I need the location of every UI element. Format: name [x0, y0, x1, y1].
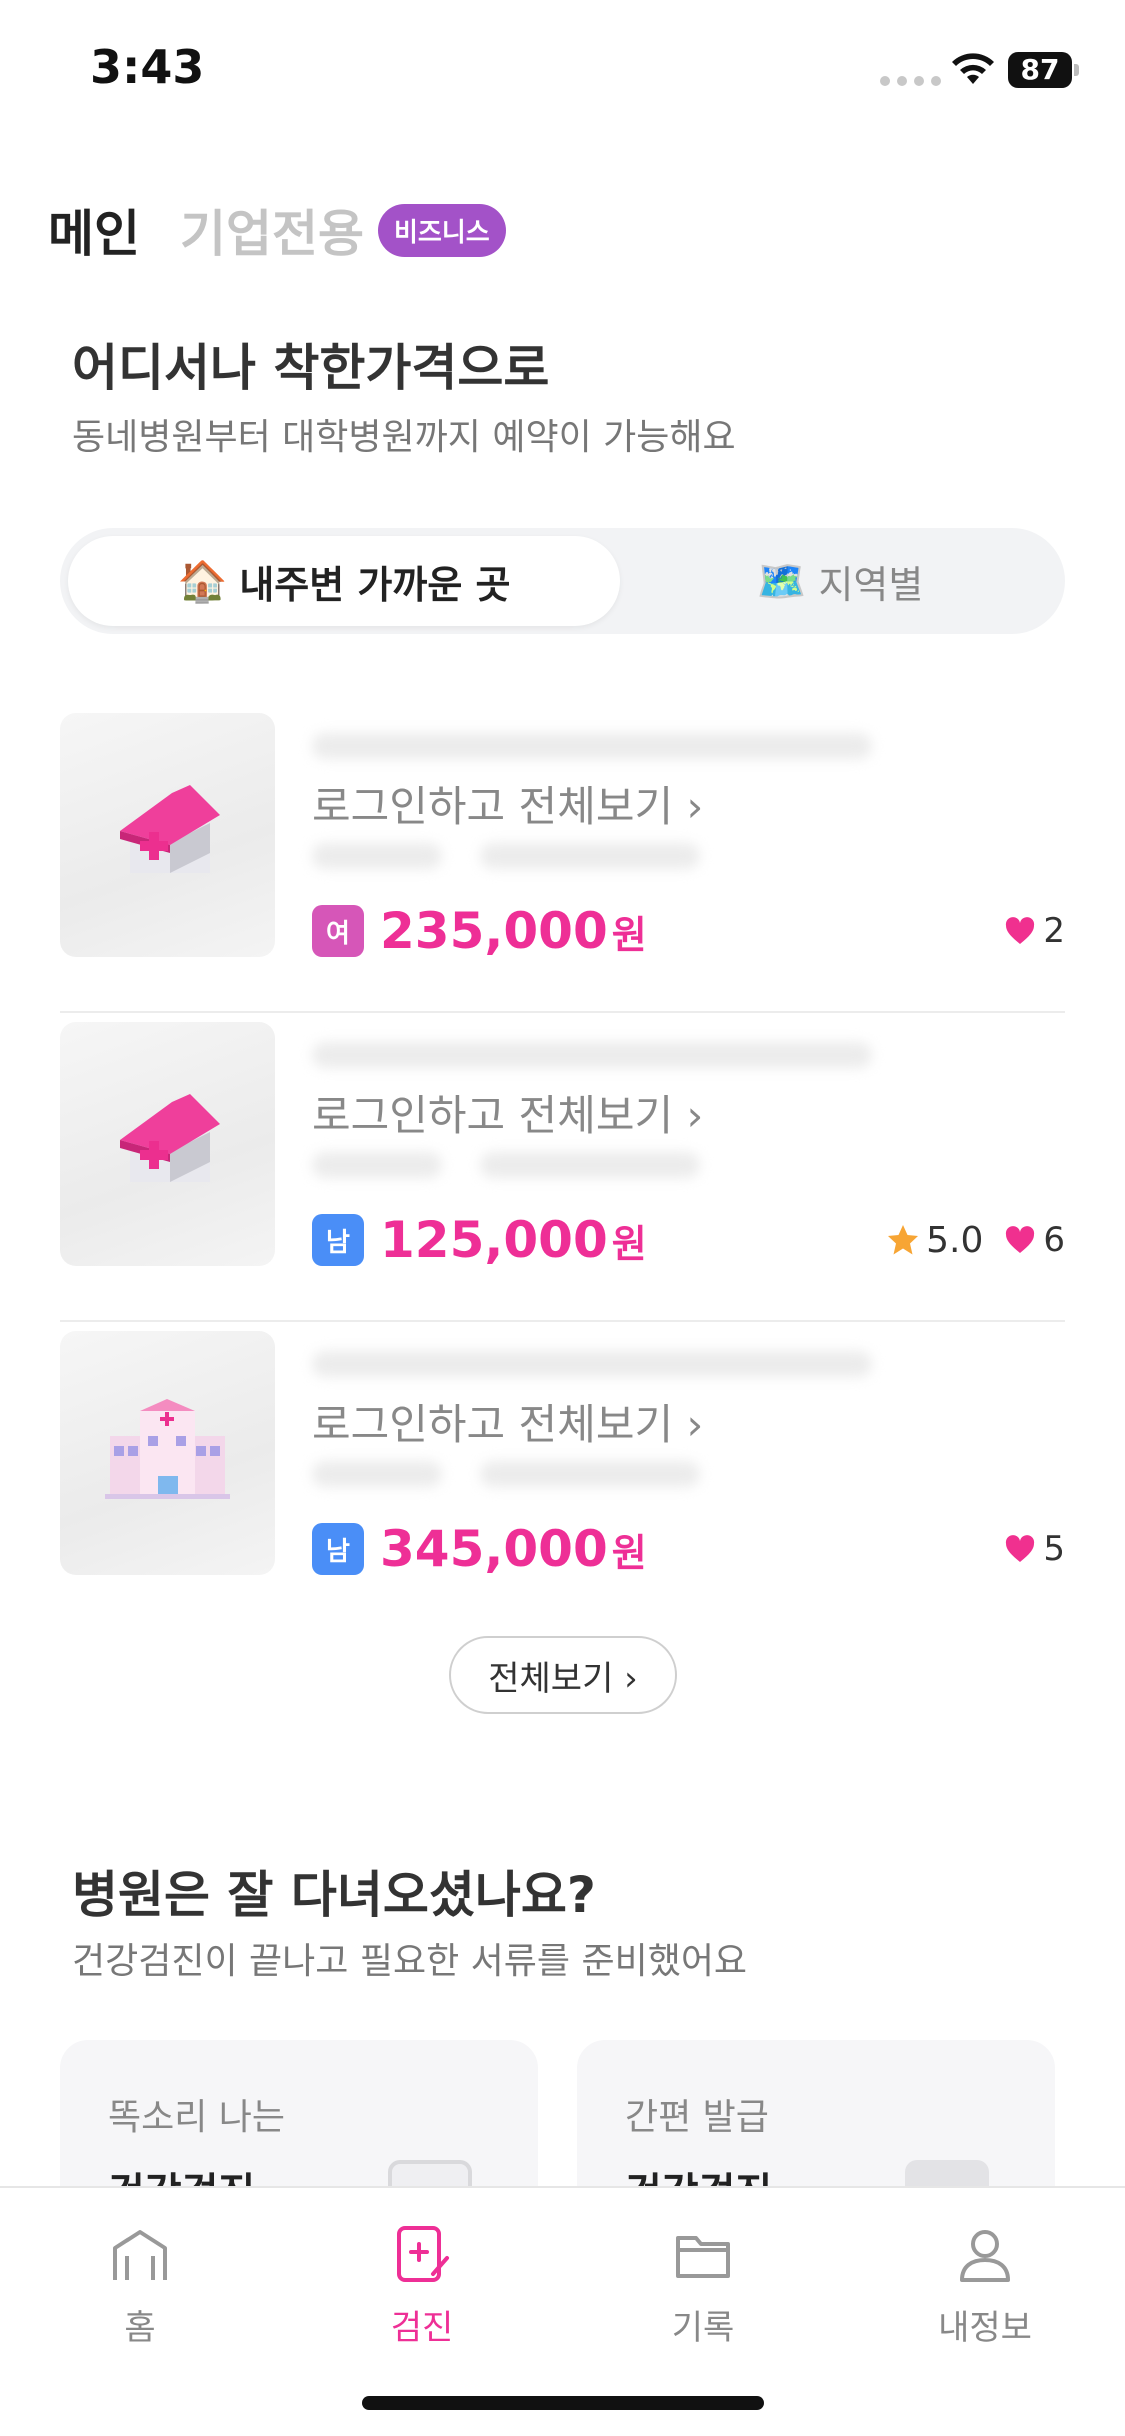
- login-to-view-link[interactable]: 로그인하고 전체보기 ›: [312, 1082, 703, 1143]
- hospital-thumbnail: [60, 1331, 275, 1575]
- like-count: 5: [1043, 1529, 1065, 1569]
- house-icon: 🏠: [177, 558, 228, 605]
- section-title: 병원은 잘 다녀오셨나요?: [72, 1866, 596, 1924]
- map-icon: 🗺️: [756, 558, 807, 605]
- price: 235,000: [380, 902, 608, 960]
- currency-unit: 원: [611, 912, 647, 957]
- nav-label: 기록: [671, 2308, 735, 2348]
- currency-unit: 원: [611, 1530, 647, 1575]
- price: 345,000: [380, 1520, 608, 1578]
- nav-profile[interactable]: 내정보: [885, 2222, 1085, 2362]
- nav-label: 검진: [390, 2308, 454, 2348]
- tab-business[interactable]: 기업전용: [180, 194, 364, 266]
- checkup-icon: [397, 2226, 449, 2282]
- home-icon: [113, 2230, 167, 2280]
- login-to-view-link[interactable]: 로그인하고 전체보기 ›: [312, 773, 703, 834]
- hospital-meta: 5: [1005, 1527, 1065, 1571]
- price-row: 여 235,000 원: [312, 902, 647, 960]
- view-all-button[interactable]: 전체보기 ›: [449, 1636, 677, 1714]
- hospital-list-item[interactable]: 로그인하고 전체보기 › 여 235,000 원 2: [60, 713, 1065, 1013]
- currency-unit: 원: [611, 1221, 647, 1266]
- card-label: 똑소리 나는: [108, 2097, 286, 2138]
- nav-label: 홈: [124, 2308, 156, 2348]
- segment-nearby-label: 내주변 가까운 곳: [239, 562, 511, 607]
- top-tabs: 메인 기업전용 비즈니스: [48, 195, 506, 265]
- status-time: 3:43: [90, 40, 205, 94]
- location-segment: 🏠 내주변 가까운 곳 🗺️ 지역별: [60, 528, 1065, 634]
- hospital-meta: 2: [1005, 909, 1065, 953]
- like-count: 6: [1043, 1220, 1065, 1260]
- folder-icon: [676, 2236, 730, 2278]
- section-subtitle: 동네병원부터 대학병원까지 예약이 가능해요: [72, 417, 736, 458]
- hospital-list-item[interactable]: 로그인하고 전체보기 › 남 345,000 원 5: [60, 1331, 1065, 1631]
- page: 3:43 87 메인 기업전용 비즈니스 어디서나 착한가격으로 동네병원부터 …: [0, 0, 1125, 2436]
- status-bar: 3:43 87: [0, 0, 1125, 140]
- house-medical-icon: [120, 1094, 220, 1182]
- nav-home[interactable]: 홈: [40, 2222, 240, 2362]
- battery-icon: 87: [1008, 52, 1079, 88]
- heart-icon: [1006, 917, 1035, 944]
- gender-badge: 여: [312, 905, 364, 957]
- hospital-thumbnail: [60, 713, 275, 957]
- like-count: 2: [1043, 911, 1065, 951]
- cellular-signal-icon: [880, 76, 941, 86]
- price-row: 남 345,000 원: [312, 1520, 647, 1578]
- home-indicator[interactable]: [362, 2396, 764, 2410]
- hospital-meta: 5.0 6: [886, 1218, 1065, 1262]
- segment-region[interactable]: 🗺️ 지역별: [620, 536, 1060, 626]
- tab-main[interactable]: 메인: [48, 194, 140, 266]
- price: 125,000: [380, 1211, 608, 1269]
- hospital-list-item[interactable]: 로그인하고 전체보기 › 남 125,000 원 5.0 6: [60, 1022, 1065, 1322]
- heart-icon: [1006, 1535, 1035, 1562]
- profile-icon: [960, 2230, 1010, 2282]
- star-icon: [888, 1225, 919, 1255]
- business-badge: 비즈니스: [378, 203, 506, 257]
- section-subtitle: 건강검진이 끝나고 필요한 서류를 준비했어요: [72, 1941, 748, 1982]
- hospital-building-icon: [105, 1399, 230, 1499]
- segment-nearby[interactable]: 🏠 내주변 가까운 곳: [68, 536, 620, 626]
- nav-label: 내정보: [938, 2308, 1032, 2348]
- wifi-icon: [952, 53, 994, 84]
- card-label: 간편 발급: [625, 2097, 769, 2138]
- nav-records[interactable]: 기록: [603, 2222, 803, 2362]
- gender-badge: 남: [312, 1523, 364, 1575]
- segment-region-label: 지역별: [818, 562, 924, 607]
- section-title: 어디서나 착한가격으로: [72, 339, 550, 397]
- rating: 5.0: [926, 1219, 984, 1261]
- price-row: 남 125,000 원: [312, 1211, 647, 1269]
- hospital-thumbnail: [60, 1022, 275, 1266]
- battery-level: 87: [1008, 52, 1072, 88]
- heart-icon: [1006, 1226, 1035, 1253]
- gender-badge: 남: [312, 1214, 364, 1266]
- nav-checkup[interactable]: 검진: [322, 2222, 522, 2362]
- login-to-view-link[interactable]: 로그인하고 전체보기 ›: [312, 1391, 703, 1452]
- house-medical-icon: [120, 785, 220, 873]
